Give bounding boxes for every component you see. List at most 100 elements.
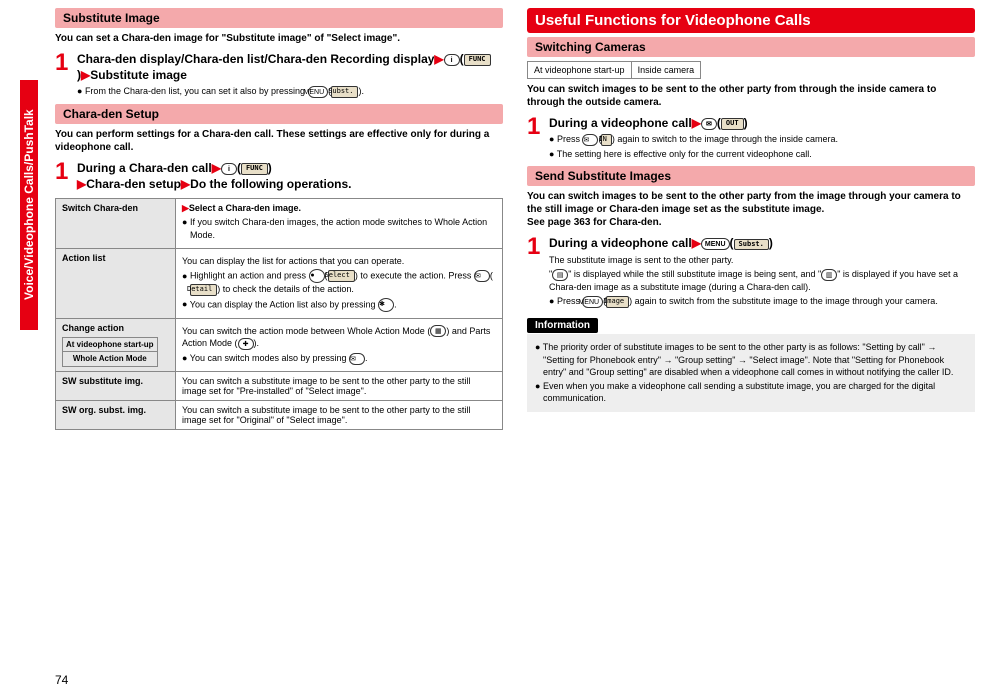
table-row: SW org. subst. img. You can switch a sub… <box>56 400 503 429</box>
row-label: SW org. subst. img. <box>56 400 176 429</box>
func-label: FUNC <box>464 54 491 65</box>
ir-key-icon: i <box>444 54 460 66</box>
text: The substitute image is sent to the othe… <box>549 254 975 267</box>
table-row: At videophone start-up Inside camera <box>528 62 701 79</box>
bullet-text: Highlight an action and press <box>190 271 309 281</box>
step-body: During a videophone call▶✉(OUT) Press ✉(… <box>549 115 975 162</box>
default-box-line: Whole Action Mode <box>73 354 147 363</box>
in-label: IN <box>601 134 611 146</box>
step-number: 1 <box>55 160 77 184</box>
table-row: SW substitute img. You can switch a subs… <box>56 371 503 400</box>
default-table: At videophone start-up Inside camera <box>527 61 701 79</box>
page-content: Substitute Image You can set a Chara-den… <box>0 0 1005 438</box>
information-box: The priority order of substitute images … <box>527 334 975 412</box>
substitute-chara-icon: ▥ <box>821 269 837 281</box>
bullet: You can display the Action list also by … <box>182 298 496 312</box>
step-text: Chara-den display/Chara-den list/Chara-d… <box>77 52 434 66</box>
step-1: 1 During a videophone call▶✉(OUT) Press … <box>527 115 975 162</box>
step-text: Substitute image <box>90 68 187 82</box>
func-label: FUNC <box>241 163 268 174</box>
default-box-line: At videophone start-up <box>66 340 154 349</box>
row-label: Switch Chara-den <box>56 199 176 248</box>
intro-text: You can switch images to be sent to the … <box>527 83 975 109</box>
bullet: The setting here is effective only for t… <box>549 148 975 161</box>
parts-mode-icon: ✚ <box>238 338 254 350</box>
step-text: During a Chara-den call <box>77 161 212 175</box>
section-switching-cameras: Switching Cameras <box>527 37 975 57</box>
text: "▤" is displayed while the still substit… <box>549 268 975 293</box>
step-title: During a videophone call▶MENU(Subst.) <box>549 235 975 251</box>
text-part: " is displayed while the still substitut… <box>568 269 821 279</box>
step-number: 1 <box>527 115 549 139</box>
bullet-text: again to switch to the image through the… <box>615 134 838 144</box>
menu-key-icon: MENU <box>582 296 603 308</box>
table-row: Switch Chara-den ▶Select a Chara-den ima… <box>56 199 503 248</box>
section-useful-functions: Useful Functions for Videophone Calls <box>527 8 975 33</box>
arrow-icon: ▶ <box>212 161 221 175</box>
bullet-text: again to switch from the substitute imag… <box>632 296 938 306</box>
mail-key-icon: ✉ <box>701 118 717 130</box>
step-title: During a Chara-den call▶i(FUNC) ▶Chara-d… <box>77 160 503 192</box>
table-row: Change action At videophone start-up Who… <box>56 318 503 371</box>
row-content: You can switch a substitute image to be … <box>176 400 503 429</box>
arrow-icon: ▶ <box>81 68 90 82</box>
bullet: Press ✉(IN) again to switch to the image… <box>549 133 975 146</box>
intro-part: See page 363 for Chara-den. <box>527 217 662 228</box>
bullet-text: From the Chara-den list, you can set it … <box>85 86 308 96</box>
row-content: You can switch a substitute image to be … <box>176 371 503 400</box>
row-content: ▶Select a Chara-den image. If you switch… <box>176 199 503 248</box>
step-body: During a Chara-den call▶i(FUNC) ▶Chara-d… <box>77 160 503 192</box>
bullet-text: You can display the Action list also by … <box>190 299 378 309</box>
step-title: During a videophone call▶✉(OUT) <box>549 115 975 131</box>
step-1b: 1 During a Chara-den call▶i(FUNC) ▶Chara… <box>55 160 503 192</box>
page-number: 74 <box>55 673 68 687</box>
select-label: Select <box>328 270 355 282</box>
step-text: During a videophone call <box>549 236 692 250</box>
bullet-text: Press <box>557 134 583 144</box>
bullet: Highlight an action and press ●(Select) … <box>182 269 496 296</box>
intro-text: You can perform settings for a Chara-den… <box>55 128 503 154</box>
step-body: Chara-den display/Chara-den list/Chara-d… <box>77 51 503 100</box>
row-label-text: Change action <box>62 323 124 333</box>
arrow-icon: ▶ <box>692 116 701 130</box>
mail-key-icon: ✉ <box>582 134 598 146</box>
star-key-icon: ✱ <box>378 298 394 312</box>
row-select: Select a Chara-den image. <box>189 203 301 213</box>
row-label: Change action At videophone start-up Who… <box>56 318 176 371</box>
intro-text: You can switch images to be sent to the … <box>527 190 975 229</box>
arrow-icon: ▶ <box>77 177 86 191</box>
step-title: Chara-den display/Chara-den list/Chara-d… <box>77 51 503 83</box>
step-text: During a videophone call <box>549 116 692 130</box>
subst-label: Subst. <box>331 86 358 98</box>
text: You can display the list for actions tha… <box>182 255 496 268</box>
default-box: At videophone start-up Whole Action Mode <box>62 337 158 367</box>
step-number: 1 <box>527 235 549 259</box>
step-text: Chara-den setup <box>86 177 181 191</box>
section-send-substitute: Send Substitute Images <box>527 166 975 186</box>
bullet: You can switch modes also by pressing ✉. <box>182 352 496 365</box>
row-label: Action list <box>56 248 176 318</box>
info-bullet: Even when you make a videophone call sen… <box>535 380 967 405</box>
section-substitute-image: Substitute Image <box>55 8 503 28</box>
side-tab: Voice/Videophone Calls/PushTalk <box>20 80 38 330</box>
intro-part: You can switch images to be sent to the … <box>527 191 961 215</box>
step-1: 1 Chara-den display/Chara-den list/Chara… <box>55 51 503 100</box>
arrow-icon: ▶ <box>692 236 701 250</box>
info-bullet: The priority order of substitute images … <box>535 341 967 379</box>
information-heading: Information <box>527 318 598 333</box>
step-1b: 1 During a videophone call▶MENU(Subst.) … <box>527 235 975 310</box>
bullet: From the Chara-den list, you can set it … <box>77 85 503 98</box>
left-column: Substitute Image You can set a Chara-den… <box>55 8 503 430</box>
substitute-still-icon: ▤ <box>552 269 568 281</box>
section-charaden-setup: Chara-den Setup <box>55 104 503 124</box>
step-text: Do the following operations. <box>190 177 351 191</box>
row-content: You can switch the action mode between W… <box>176 318 503 371</box>
whole-mode-icon: ▦ <box>430 325 446 337</box>
intro-text: You can set a Chara-den image for "Subst… <box>55 32 503 45</box>
detail-label: Detail <box>190 284 217 296</box>
ir-key-icon: i <box>221 163 237 175</box>
out-label: OUT <box>721 118 744 129</box>
arrow-icon: ▶ <box>182 203 189 213</box>
information-block: Information The priority order of substi… <box>527 318 975 412</box>
bullet: If you switch Chara-den images, the acti… <box>182 216 496 241</box>
